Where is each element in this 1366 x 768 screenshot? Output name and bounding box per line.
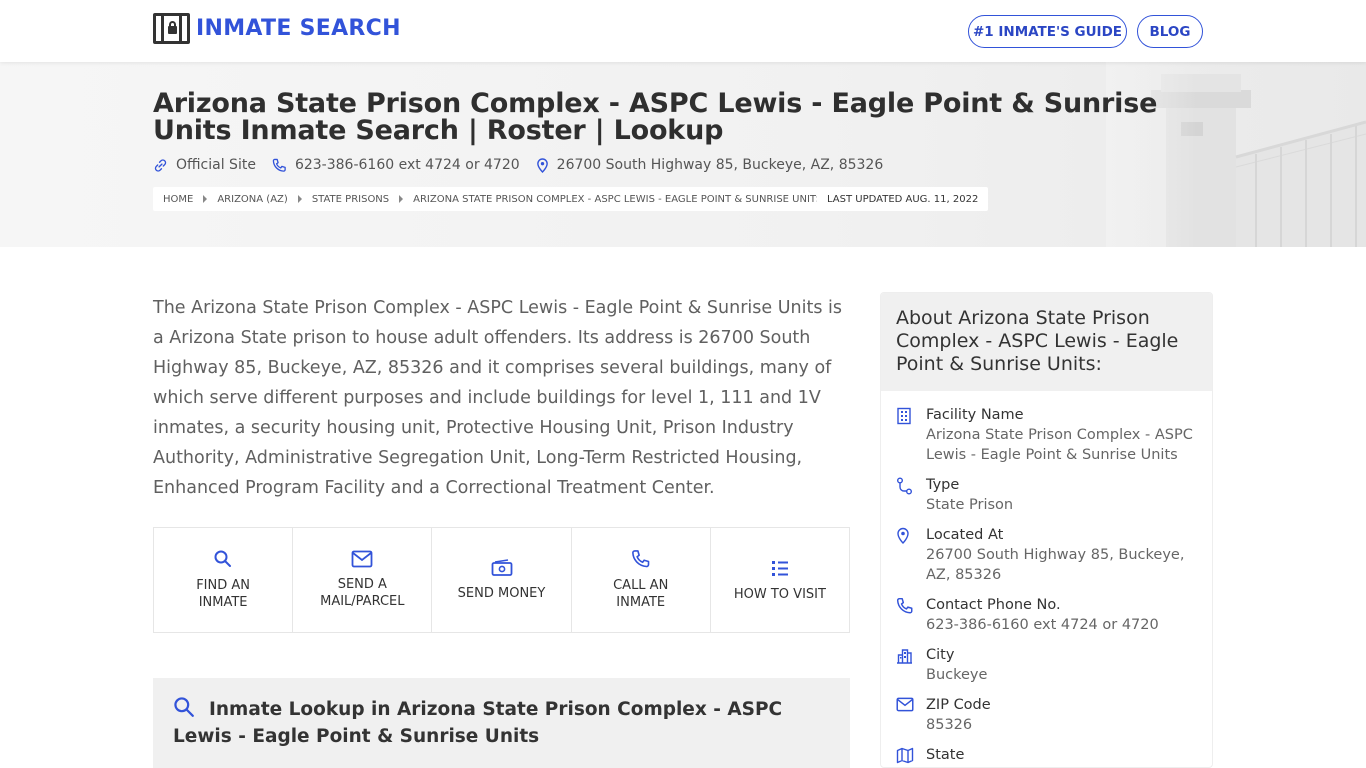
- info-value: 26700 South Highway 85, Buckeye, AZ, 853…: [926, 547, 1185, 583]
- info-phone: Contact Phone No. 623-386-6160 ext 4724 o…: [896, 595, 1197, 635]
- phone-icon: [272, 158, 286, 172]
- info-city: City Buckeye: [896, 645, 1197, 685]
- info-label: Type: [926, 477, 960, 493]
- info-label: ZIP Code: [926, 697, 991, 713]
- info-facility-name: Facility Name Arizona State Prison Comple…: [896, 405, 1197, 465]
- money-icon: [491, 558, 512, 576]
- info-type: Type State Prison: [896, 475, 1197, 515]
- route-icon: [897, 477, 912, 495]
- info-zip: ZIP Code 85326: [896, 695, 1197, 735]
- lookup-heading: Inmate Lookup in Arizona State Prison Co…: [173, 699, 783, 747]
- hero-banner: Arizona State Prison Complex - ASPC Lewi…: [0, 62, 1366, 247]
- facility-info-title: About Arizona State Prison Complex - ASP…: [881, 293, 1212, 391]
- address-link[interactable]: 26700 South Highway 85, Buckeye, AZ, 853…: [536, 157, 884, 173]
- prison-lock-icon: [153, 13, 190, 44]
- phone-icon: [631, 550, 650, 568]
- info-located-at: Located At 26700 South Highway 85, Buckey…: [896, 525, 1197, 585]
- send-money-tile[interactable]: SEND MONEY: [432, 528, 572, 632]
- intro-paragraph: The Arizona State Prison Complex - ASPC …: [153, 298, 843, 498]
- building-icon: [897, 407, 911, 425]
- info-value: Arizona State Prison Complex - ASPC Lewi…: [926, 427, 1193, 463]
- breadcrumb-category[interactable]: STATE PRISONS: [312, 194, 389, 205]
- last-updated-badge: LAST UPDATED AUG. 11, 2022: [817, 187, 989, 211]
- site-header: INMATE SEARCH #1 INMATE'S GUIDE BLOG: [0, 0, 1366, 62]
- mail-icon: [896, 697, 914, 712]
- action-label: INMATE: [198, 595, 248, 610]
- info-value: State Prison: [926, 497, 1014, 513]
- info-value: 85326: [926, 717, 973, 733]
- breadcrumb-current: ARIZONA STATE PRISON COMPLEX - ASPC LEWI…: [413, 193, 823, 205]
- info-label: Located At: [926, 527, 1004, 543]
- search-icon: [214, 550, 232, 567]
- map-icon: [896, 747, 914, 764]
- mail-icon: [351, 550, 373, 568]
- action-label: SEND A: [337, 577, 387, 592]
- link-icon: [154, 158, 167, 172]
- info-label: City: [926, 647, 955, 663]
- list-icon: [771, 560, 788, 576]
- action-label: FIND AN: [196, 578, 250, 593]
- nav-blog-button[interactable]: BLOG: [1137, 15, 1203, 48]
- facility-meta: Official Site 623-386-6160 ext 4724 or 4…: [153, 157, 899, 173]
- how-to-visit-tile[interactable]: HOW TO VISIT: [711, 528, 849, 632]
- breadcrumb-home[interactable]: HOME: [163, 194, 193, 205]
- phone-link[interactable]: 623-386-6160 ext 4724 or 4720: [272, 157, 520, 173]
- nav-inmates-guide-button[interactable]: #1 INMATE'S GUIDE: [968, 15, 1127, 48]
- address-label: 26700 South Highway 85, Buckeye, AZ, 853…: [556, 157, 884, 173]
- action-label: CALL AN: [613, 578, 669, 593]
- action-label: INMATE: [616, 595, 666, 610]
- official-site-link[interactable]: Official Site: [153, 157, 256, 173]
- page-title: Arizona State Prison Complex - ASPC Lewi…: [153, 88, 1158, 146]
- info-label: Facility Name: [926, 407, 1024, 423]
- location-icon: [897, 527, 909, 544]
- breadcrumb-state[interactable]: ARIZONA (AZ): [217, 194, 287, 205]
- action-label: SEND MONEY: [457, 585, 546, 601]
- caret-right-icon: [399, 195, 404, 203]
- location-pin-icon: [536, 157, 548, 173]
- info-state: State: [896, 745, 1197, 767]
- info-label: State: [926, 747, 965, 763]
- inmate-lookup-section: Inmate Lookup in Arizona State Prison Co…: [153, 678, 850, 768]
- info-value[interactable]: 623-386-6160 ext 4724 or 4720: [926, 615, 1159, 635]
- phone-icon: [896, 597, 913, 614]
- info-label: Contact Phone No.: [926, 597, 1061, 613]
- city-icon: [897, 649, 912, 664]
- caret-right-icon: [297, 195, 302, 203]
- site-logo[interactable]: INMATE SEARCH: [153, 13, 401, 44]
- search-icon: [174, 697, 194, 717]
- call-inmate-tile[interactable]: CALL AN INMATE: [572, 528, 711, 632]
- breadcrumb: HOME ARIZONA (AZ) STATE PRISONS ARIZONA …: [153, 187, 833, 211]
- logo-text: INMATE SEARCH: [196, 16, 401, 41]
- phone-label: 623-386-6160 ext 4724 or 4720: [294, 157, 520, 173]
- info-value: Buckeye: [926, 667, 988, 683]
- action-tiles: FIND AN INMATE SEND A MAIL/PARCEL SEND M…: [153, 527, 850, 633]
- find-inmate-tile[interactable]: FIND AN INMATE: [154, 528, 294, 632]
- action-label: HOW TO VISIT: [733, 586, 826, 602]
- caret-right-icon: [203, 195, 208, 203]
- action-label: MAIL/PARCEL: [320, 594, 405, 609]
- official-site-label: Official Site: [176, 157, 256, 173]
- facility-info-card: About Arizona State Prison Complex - ASP…: [880, 292, 1213, 768]
- send-mail-tile[interactable]: SEND A MAIL/PARCEL: [293, 528, 433, 632]
